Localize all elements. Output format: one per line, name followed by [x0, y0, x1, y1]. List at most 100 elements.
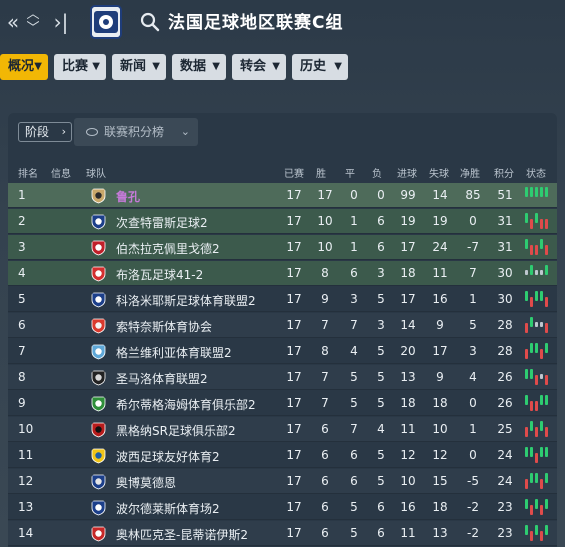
tab-transfers[interactable]: 转会 ▼ — [232, 54, 286, 80]
col-played[interactable]: 已赛 — [284, 165, 304, 180]
team-name[interactable]: 圣马洛体育联盟2 — [116, 370, 208, 387]
table-row[interactable]: 5 科洛米耶斯足球体育联盟2 17 9 3 5 17 16 1 30 — [8, 287, 557, 312]
team-name[interactable]: 波西足球友好体育2 — [116, 448, 220, 465]
form-indicator[interactable] — [525, 473, 553, 489]
table-row[interactable]: 7 格兰维利亚体育联盟2 17 8 4 5 20 17 3 28 — [8, 339, 557, 364]
form-bar — [530, 297, 533, 307]
form-indicator[interactable] — [525, 187, 553, 203]
table-row[interactable]: 9 希尔蒂格海姆体育俱乐部2 17 7 5 5 18 18 0 26 — [8, 391, 557, 416]
back-icon[interactable]: « — [2, 8, 24, 36]
form-indicator[interactable] — [525, 447, 553, 463]
form-bar — [535, 343, 538, 353]
stat-ga: 11 — [432, 266, 448, 280]
form-indicator[interactable] — [525, 369, 553, 385]
team-name[interactable]: 奥林匹克圣-昆蒂诺伊斯2 — [116, 526, 248, 543]
stat-played: 17 — [286, 344, 302, 358]
tab-matches[interactable]: 比赛 ▼ — [54, 54, 106, 80]
team-name[interactable]: 波尔德莱斯体育场2 — [116, 500, 220, 517]
col-goals-against[interactable]: 失球 — [429, 165, 449, 180]
form-bar — [525, 427, 528, 437]
team-badge-icon — [91, 266, 106, 282]
form-bar — [535, 499, 538, 509]
team-name[interactable]: 格兰维利亚体育联盟2 — [116, 344, 232, 361]
form-indicator[interactable] — [525, 395, 553, 411]
col-form[interactable]: 状态 — [526, 165, 546, 180]
table-subbar: 阶段 › 联赛积分榜 ⌄ — [8, 113, 557, 149]
tab-history[interactable]: 历史 ▼ — [292, 54, 348, 80]
table-row[interactable]: 12 奥博莫德恩 17 6 6 5 10 15 -5 24 — [8, 469, 557, 494]
form-indicator[interactable] — [525, 265, 553, 281]
page-title: 法国足球地区联赛C组 — [168, 13, 344, 33]
team-name[interactable]: 索特奈斯体育协会 — [116, 318, 212, 335]
stat-w: 10 — [317, 240, 333, 254]
table-row[interactable]: 3 伯杰拉克佩里戈德2 17 10 1 6 17 24 -7 31 — [8, 235, 557, 260]
team-name[interactable]: 鲁孔 — [116, 188, 140, 205]
view-selector[interactable]: 联赛积分榜 ⌄ — [74, 118, 198, 146]
table-row[interactable]: 11 波西足球友好体育2 17 6 6 5 12 12 0 24 — [8, 443, 557, 468]
form-bar — [540, 531, 543, 541]
tab-stats[interactable]: 数据 ▼ — [172, 54, 226, 80]
team-name[interactable]: 伯杰拉克佩里戈德2 — [116, 240, 220, 257]
team-name[interactable]: 科洛米耶斯足球体育联盟2 — [116, 292, 256, 309]
up-down-icon[interactable]: ︿ ﹀ — [22, 8, 44, 36]
form-indicator[interactable] — [525, 291, 553, 307]
team-badge-icon — [91, 422, 106, 438]
table-row[interactable]: 13 波尔德莱斯体育场2 17 6 5 6 16 18 -2 23 — [8, 495, 557, 520]
stat-l: 4 — [377, 422, 385, 436]
position-cell: 7 — [18, 344, 26, 358]
table-row[interactable]: 6 索特奈斯体育协会 17 7 7 3 14 9 5 28 — [8, 313, 557, 338]
form-indicator[interactable] — [525, 317, 553, 333]
stat-gf: 10 — [400, 474, 416, 488]
form-bar — [525, 239, 528, 249]
table-row[interactable]: 10 黑格纳SR足球俱乐部2 17 6 7 4 11 10 1 25 — [8, 417, 557, 442]
team-name[interactable]: 希尔蒂格海姆体育俱乐部2 — [116, 396, 256, 413]
stat-pts: 31 — [497, 214, 513, 228]
form-indicator[interactable] — [525, 421, 553, 437]
form-bar — [530, 219, 533, 229]
stat-d: 5 — [350, 396, 358, 410]
team-badge-icon — [91, 214, 106, 230]
table-row[interactable]: 1 鲁孔 17 17 0 0 99 14 85 51 — [8, 183, 557, 208]
team-name[interactable]: 黑格纳SR足球俱乐部2 — [116, 422, 236, 439]
stage-button[interactable]: 阶段 › — [18, 122, 72, 142]
stat-l: 6 — [377, 500, 385, 514]
col-drawn[interactable]: 平 — [345, 165, 355, 180]
stat-pts: 28 — [497, 318, 513, 332]
competition-logo[interactable] — [90, 5, 122, 39]
form-indicator[interactable] — [525, 213, 553, 229]
stat-played: 17 — [286, 292, 302, 306]
form-indicator[interactable] — [525, 525, 553, 541]
col-team[interactable]: 球队 — [86, 165, 106, 180]
tab-overview[interactable]: 概况 ▼ — [0, 54, 48, 80]
stat-l: 5 — [377, 370, 385, 384]
team-name[interactable]: 次查特雷斯足球2 — [116, 214, 208, 231]
col-goal-diff[interactable]: 净胜 — [460, 165, 480, 180]
table-row[interactable]: 8 圣马洛体育联盟2 17 7 5 5 13 9 4 26 — [8, 365, 557, 390]
form-indicator[interactable] — [525, 239, 553, 255]
chevron-down-icon: ⌄ — [180, 125, 190, 138]
col-info[interactable]: 信息 — [51, 165, 71, 180]
form-bar — [530, 265, 533, 275]
col-goals-for[interactable]: 进球 — [397, 165, 417, 180]
team-name[interactable]: 布洛瓦足球41-2 — [116, 266, 203, 283]
team-name[interactable]: 奥博莫德恩 — [116, 474, 176, 491]
tab-news[interactable]: 新闻 ▼ — [112, 54, 166, 80]
team-badge-icon — [91, 474, 106, 490]
chevron-down-icon: ▼ — [212, 61, 220, 72]
table-row[interactable]: 4 布洛瓦足球41-2 17 8 6 3 18 11 7 30 — [8, 261, 557, 286]
eye-icon — [86, 128, 98, 136]
form-bar — [525, 323, 528, 333]
form-indicator[interactable] — [525, 343, 553, 359]
col-lost[interactable]: 负 — [372, 165, 382, 180]
stat-gd: 1 — [469, 422, 477, 436]
col-position[interactable]: 排名 — [18, 165, 38, 180]
search-icon[interactable] — [140, 12, 160, 32]
form-indicator[interactable] — [525, 499, 553, 515]
form-bar — [545, 187, 548, 197]
col-points[interactable]: 积分 — [494, 165, 514, 180]
table-row[interactable]: 14 奥林匹克圣-昆蒂诺伊斯2 17 6 5 6 11 13 -2 23 — [8, 521, 557, 546]
col-won[interactable]: 胜 — [316, 165, 326, 180]
form-bar — [540, 447, 543, 457]
table-row[interactable]: 2 次查特雷斯足球2 17 10 1 6 19 19 0 31 — [8, 209, 557, 234]
forward-icon[interactable]: ›| — [50, 8, 72, 36]
